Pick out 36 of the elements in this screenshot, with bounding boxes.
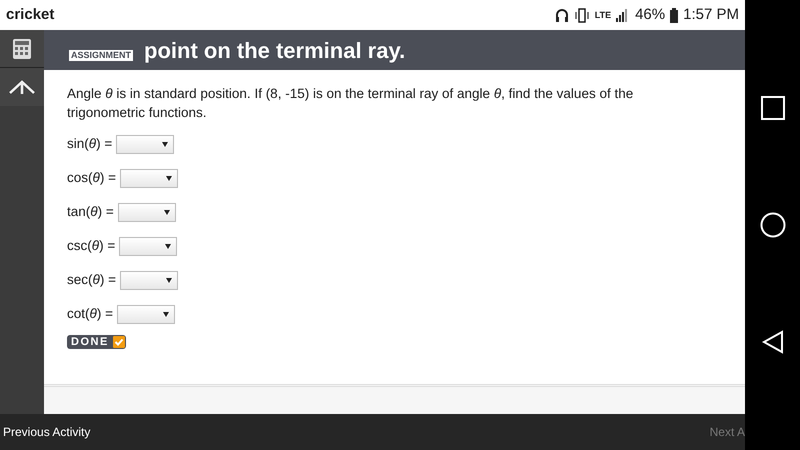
square-icon[interactable] [760,96,784,120]
answer-dropdown[interactable] [119,236,178,256]
caret-icon [164,210,170,214]
previous-activity-link[interactable]: Previous Activity [3,423,90,441]
answer-dropdown[interactable] [116,304,175,324]
answer-dropdown[interactable] [120,168,178,188]
vibrate-icon [574,8,590,22]
function-label: cos(θ) = [67,168,116,187]
caret-icon [162,312,169,316]
question-text: Angle θ is in standard position. If (8, -15) is on the terminal ray of angle θ, find the values of the trigonometric functions. [67,85,634,122]
back-icon[interactable] [762,330,784,354]
function-label: csc(θ) = [67,236,116,255]
answer-dropdown[interactable] [116,134,174,154]
caret-icon [165,244,172,248]
caret-icon [162,142,168,146]
check-icon [112,336,125,348]
function-label: tan(θ) = [67,202,114,221]
calculator-icon[interactable] [13,38,31,58]
battery-level: 46% [635,4,666,25]
function-label: cot(θ) = [67,304,113,323]
battery-icon [670,8,678,22]
assignment-badge: ASSIGNMENT [68,48,134,62]
function-label: sec(θ) = [67,270,116,289]
caret-icon [166,176,172,180]
clock-time: 1:57 PM [683,4,739,25]
page-title: point on the terminal ray. [144,40,406,62]
answer-dropdown[interactable] [118,202,176,222]
carrier-name: cricket [6,4,54,25]
answer-dropdown[interactable] [120,270,178,290]
circle-icon[interactable] [760,212,786,238]
headphones-icon [554,8,569,22]
chevron-up-icon[interactable] [8,79,36,95]
done-button[interactable]: DONE [67,335,126,349]
caret-icon [166,278,172,282]
network-type: LTE [594,10,612,20]
function-label: sin(θ) = [67,134,112,153]
